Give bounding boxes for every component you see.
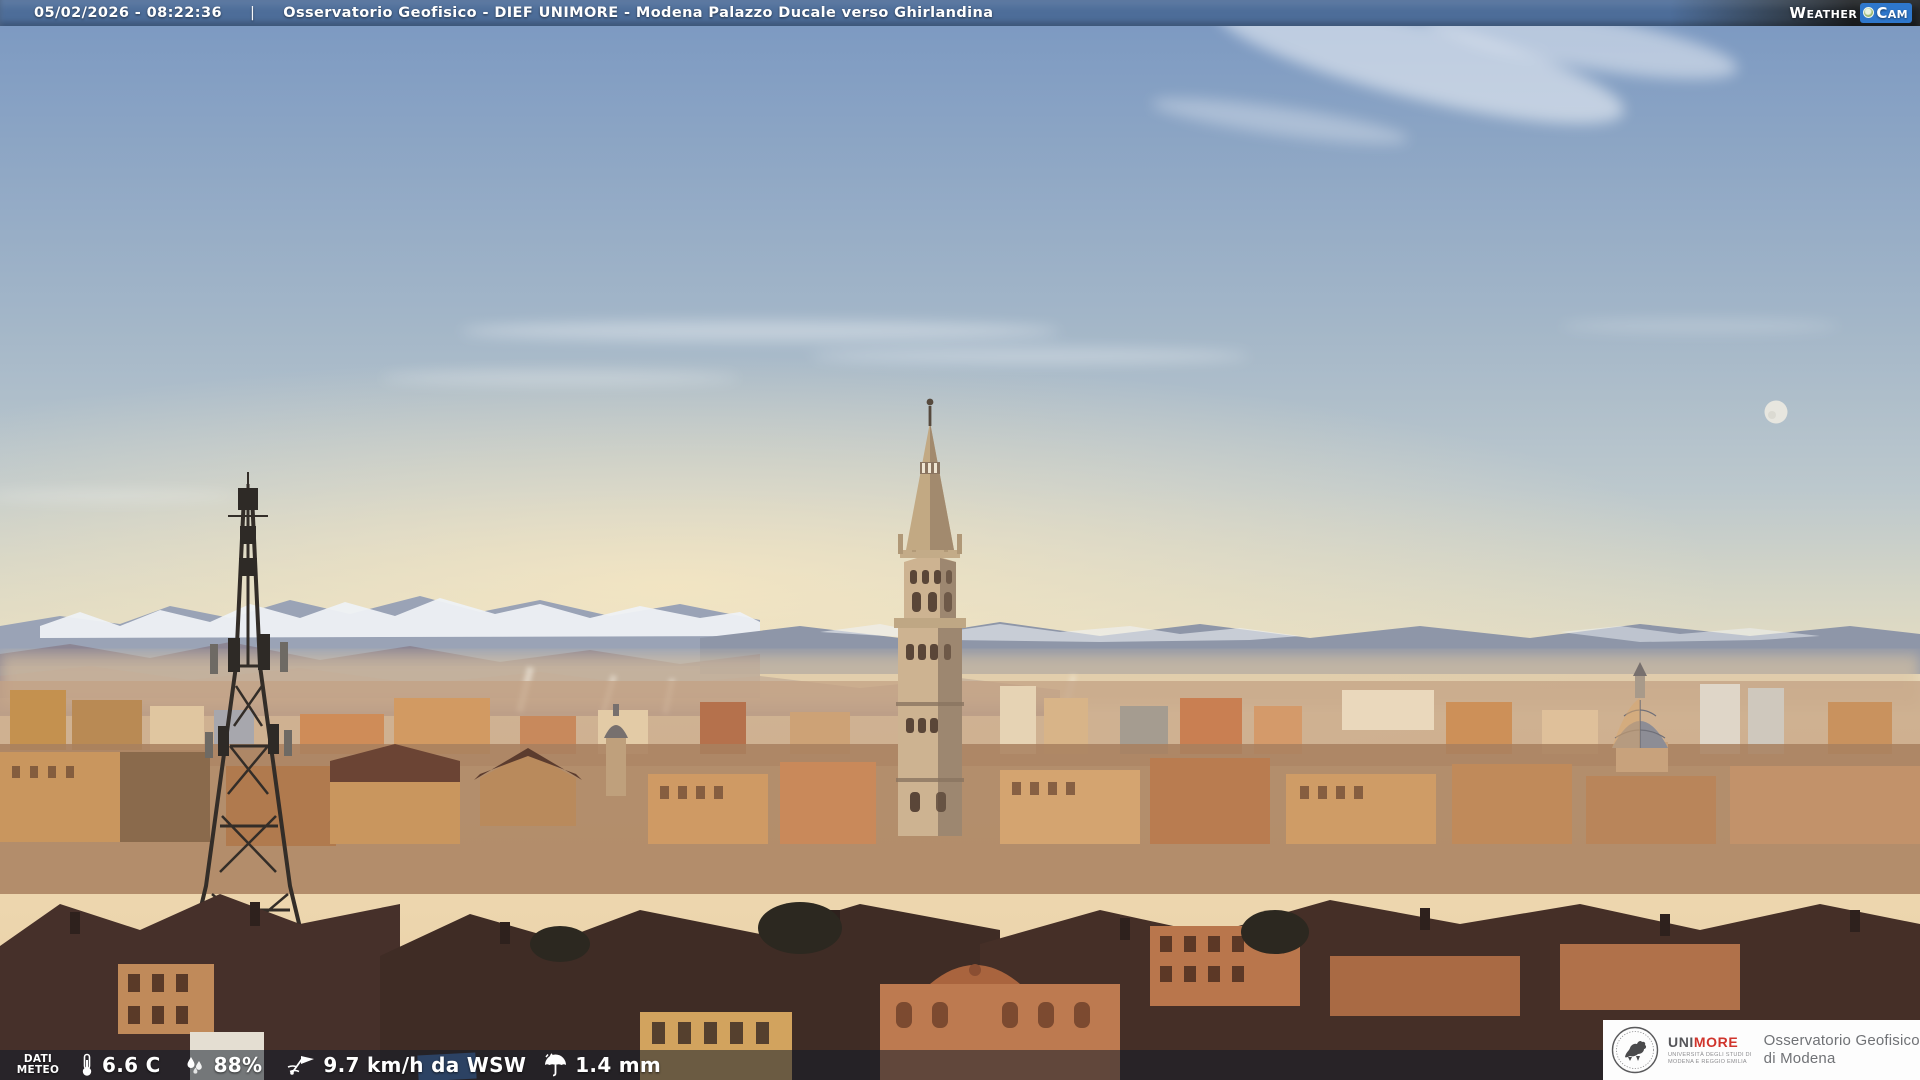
weathercam-lens-icon <box>1863 7 1875 18</box>
wind-metric: 9.7 km/h da WSW <box>286 1053 526 1077</box>
meteo-label: DATI METEO <box>16 1053 60 1076</box>
precipitation-metric: 1.4 mm <box>542 1053 661 1077</box>
wind-value: 9.7 km/h da WSW <box>323 1053 527 1077</box>
weathercam-cam-badge: CAM <box>1860 2 1912 23</box>
modena-cityscape <box>0 26 1920 1080</box>
weathercam-word-cam: CAM <box>1876 3 1908 22</box>
temperature-metric: 6.6 C <box>79 1053 161 1077</box>
unimore-seal-icon <box>1611 1026 1659 1074</box>
humidity-value: 88% <box>213 1053 263 1077</box>
moon <box>1764 400 1788 424</box>
webcam-photo <box>0 26 1920 1080</box>
observatory-name: Osservatorio Geofisico di Modena <box>1763 1032 1920 1067</box>
unimore-wordmark: UNIMORE UNIVERSITÀ DEGLI STUDI DI MODENA… <box>1668 1033 1752 1065</box>
thermometer-icon <box>82 1053 92 1076</box>
temperature-value: 6.6 C <box>102 1053 161 1077</box>
humidity-icon <box>187 1057 202 1074</box>
weathercam-logo: WEATHER CAM <box>1789 2 1912 23</box>
unimore-brand-box: UNIMORE UNIVERSITÀ DEGLI STUDI DI MODENA… <box>1603 1020 1920 1080</box>
weathercam-word-weather: WEATHER <box>1789 3 1858 22</box>
humidity-metric: 88% <box>183 1053 263 1077</box>
timestamp: 05/02/2026 - 08:22:36 <box>34 5 222 21</box>
umbrella-icon <box>545 1053 567 1077</box>
precipitation-value: 1.4 mm <box>575 1053 662 1077</box>
header-separator: | <box>249 5 256 21</box>
webcam-header-bar: 05/02/2026 - 08:22:36 | Osservatorio Geo… <box>0 0 1920 26</box>
webcam-title: Osservatorio Geofisico - DIEF UNIMORE - … <box>283 5 994 21</box>
wind-icon <box>288 1056 315 1075</box>
